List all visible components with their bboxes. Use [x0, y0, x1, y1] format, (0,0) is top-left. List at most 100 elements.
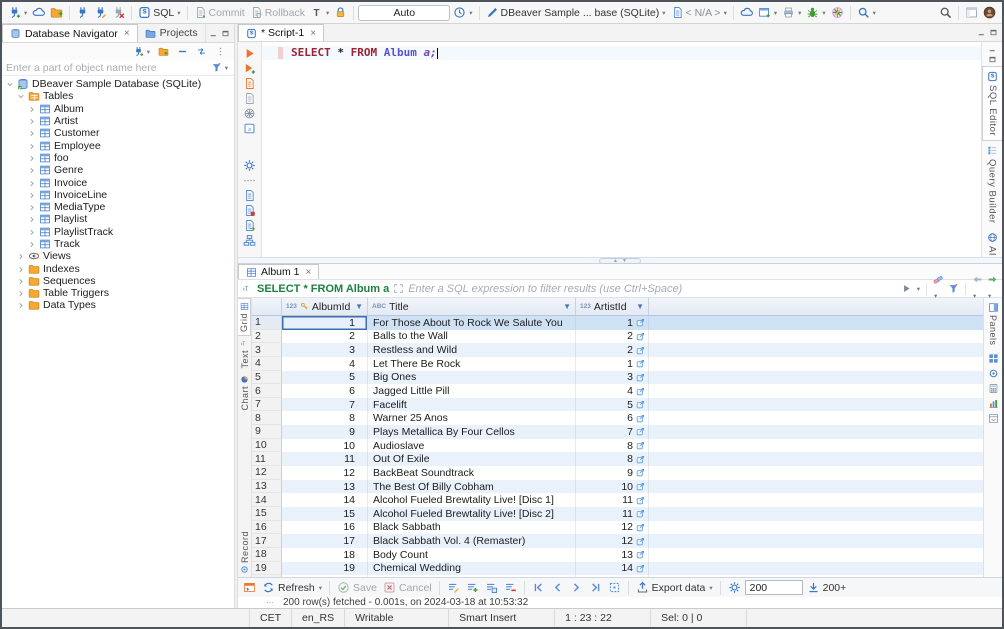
tree-item-foo[interactable]: foo [2, 152, 234, 164]
cell-albumid[interactable]: 12 [282, 466, 368, 480]
references-panel-icon[interactable] [988, 413, 999, 424]
cell-albumid[interactable]: 8 [282, 411, 368, 425]
table-row[interactable]: 11For Those About To Rock We Salute You1 [252, 316, 983, 330]
cell-artistid[interactable]: 10 [576, 480, 649, 494]
minimize-editor-icon[interactable] [977, 28, 986, 37]
row-number[interactable]: 6 [252, 384, 282, 398]
cell-title[interactable]: Jagged Little Pill [368, 384, 576, 398]
transaction-log-button[interactable]: ▾ [451, 4, 474, 22]
tree-chevron-icon[interactable] [17, 252, 25, 260]
cell-title[interactable]: Alcohol Fueled Brewtality Live! [Disc 2] [368, 507, 576, 521]
quick-search-button[interactable]: ▾ [855, 4, 878, 22]
edit-row-button[interactable] [445, 579, 462, 596]
maximize-panel-icon[interactable] [221, 29, 230, 38]
close-icon[interactable]: × [124, 28, 130, 39]
open-folder-button[interactable] [48, 4, 65, 22]
tree-item-playlist[interactable]: Playlist [2, 213, 234, 225]
tree-chevron-icon[interactable] [28, 240, 36, 248]
tab-sql-editor[interactable]: SQL Editor [982, 66, 1002, 141]
minimize-panel-icon[interactable] [209, 29, 218, 38]
cell-artistid[interactable]: 8 [576, 452, 649, 466]
cell-albumid[interactable]: 16 [282, 521, 368, 535]
connect-button[interactable] [74, 4, 91, 22]
row-number[interactable]: 14 [252, 493, 282, 507]
cell-artistid[interactable]: 12 [576, 521, 649, 535]
cell-albumid[interactable]: 14 [282, 493, 368, 507]
cell-title[interactable]: For Those About To Rock We Salute You [368, 316, 576, 330]
tab-sql-script[interactable]: * Script-1× [238, 24, 324, 41]
column-header-artistid[interactable]: 123ArtistId▼ [576, 298, 649, 315]
cell-artistid[interactable]: 1 [576, 357, 649, 371]
table-row[interactable]: 88Warner 25 Anos6 [252, 411, 983, 425]
tree-item-album[interactable]: Album [2, 103, 234, 115]
tree-item-sequences[interactable]: Sequences [2, 275, 234, 287]
save-button[interactable]: Save [335, 579, 379, 596]
foreign-key-link-icon[interactable] [636, 373, 645, 382]
table-row[interactable]: 55Big Ones3 [252, 371, 983, 385]
cloud-config-button[interactable] [30, 4, 47, 22]
cell-artistid[interactable]: 11 [576, 493, 649, 507]
row-number[interactable]: 18 [252, 548, 282, 562]
cell-title[interactable]: Facelift [368, 398, 576, 412]
new-sql-editor-button[interactable]: SQL▾ [136, 4, 182, 22]
foreign-key-link-icon[interactable] [636, 496, 645, 505]
tree-item-track[interactable]: Track [2, 238, 234, 250]
rollback-button[interactable]: Rollback [248, 4, 307, 22]
row-number[interactable]: 16 [252, 521, 282, 535]
edit-connection-button[interactable] [92, 4, 109, 22]
tree-chevron-icon[interactable] [28, 203, 36, 211]
table-row[interactable]: 1414Alcohol Fueled Brewtality Live! [Dis… [252, 493, 983, 507]
sort-arrow-icon[interactable]: ▼ [355, 302, 363, 311]
table-row[interactable]: 44Let There Be Rock1 [252, 357, 983, 371]
cell-title[interactable]: Chemical Wedding [368, 562, 576, 576]
tab-chart[interactable]: Chart [238, 372, 251, 414]
tree-chevron-icon[interactable] [17, 289, 25, 297]
execute-statement-button[interactable] [238, 46, 261, 61]
tree-chevron-icon[interactable] [28, 142, 36, 150]
table-row[interactable]: 66Jagged Little Pill4 [252, 384, 983, 398]
cell-albumid[interactable]: 13 [282, 480, 368, 494]
foreign-key-link-icon[interactable] [636, 509, 645, 518]
cell-artistid[interactable]: 4 [576, 384, 649, 398]
value-panel-icon[interactable] [988, 368, 999, 379]
table-row[interactable]: 99Plays Metallica By Four Cellos7 [252, 425, 983, 439]
tree-chevron-icon[interactable] [17, 265, 25, 273]
column-header-albumid[interactable]: 123AlbumId▼ [282, 298, 368, 315]
tree-chevron-icon[interactable] [28, 191, 36, 199]
cell-title[interactable]: Let There Be Rock [368, 357, 576, 371]
cell-albumid[interactable]: 15 [282, 507, 368, 521]
print-button[interactable]: ▾ [780, 4, 803, 22]
tab-panels[interactable]: Panels [984, 298, 1002, 349]
execute-script-button[interactable] [238, 76, 261, 91]
row-number[interactable]: 15 [252, 507, 282, 521]
cell-artistid[interactable]: 2 [576, 330, 649, 344]
object-filter-input[interactable] [6, 62, 206, 74]
cell-artistid[interactable]: 5 [576, 398, 649, 412]
foreign-key-link-icon[interactable] [636, 332, 645, 341]
cell-artistid[interactable]: 1 [576, 316, 649, 330]
tree-chevron-icon[interactable] [28, 154, 36, 162]
column-header-title[interactable]: ABCTitle▼ [368, 298, 576, 315]
cell-albumid[interactable]: 11 [282, 452, 368, 466]
tab-text[interactable]: ‹TText [238, 336, 251, 372]
cell-title[interactable]: Out Of Exile [368, 452, 576, 466]
cell-artistid[interactable]: 7 [576, 425, 649, 439]
export-data-button[interactable]: Export data▾ [634, 579, 715, 596]
last-row-button[interactable] [587, 579, 604, 596]
cell-artistid[interactable]: 11 [576, 507, 649, 521]
cell-title[interactable]: The Best Of Billy Cobham [368, 480, 576, 494]
nav-collapse-all-button[interactable] [175, 43, 190, 61]
transaction-mode-button[interactable]: T▾ [308, 4, 331, 22]
cell-title[interactable]: Plays Metallica By Four Cellos [368, 425, 576, 439]
table-row[interactable]: 1616Black Sabbath12 [252, 521, 983, 535]
cell-albumid[interactable]: 1 [282, 316, 368, 330]
grid-corner[interactable] [252, 298, 282, 315]
row-number[interactable]: 9 [252, 425, 282, 439]
refresh-button[interactable]: Refresh▾ [260, 579, 324, 596]
row-number[interactable]: 10 [252, 439, 282, 453]
add-row-button[interactable] [464, 579, 481, 596]
cell-artistid[interactable]: 3 [576, 371, 649, 385]
row-number[interactable]: 7 [252, 398, 282, 412]
cell-albumid[interactable]: 7 [282, 398, 368, 412]
perspective-button[interactable] [963, 4, 980, 22]
